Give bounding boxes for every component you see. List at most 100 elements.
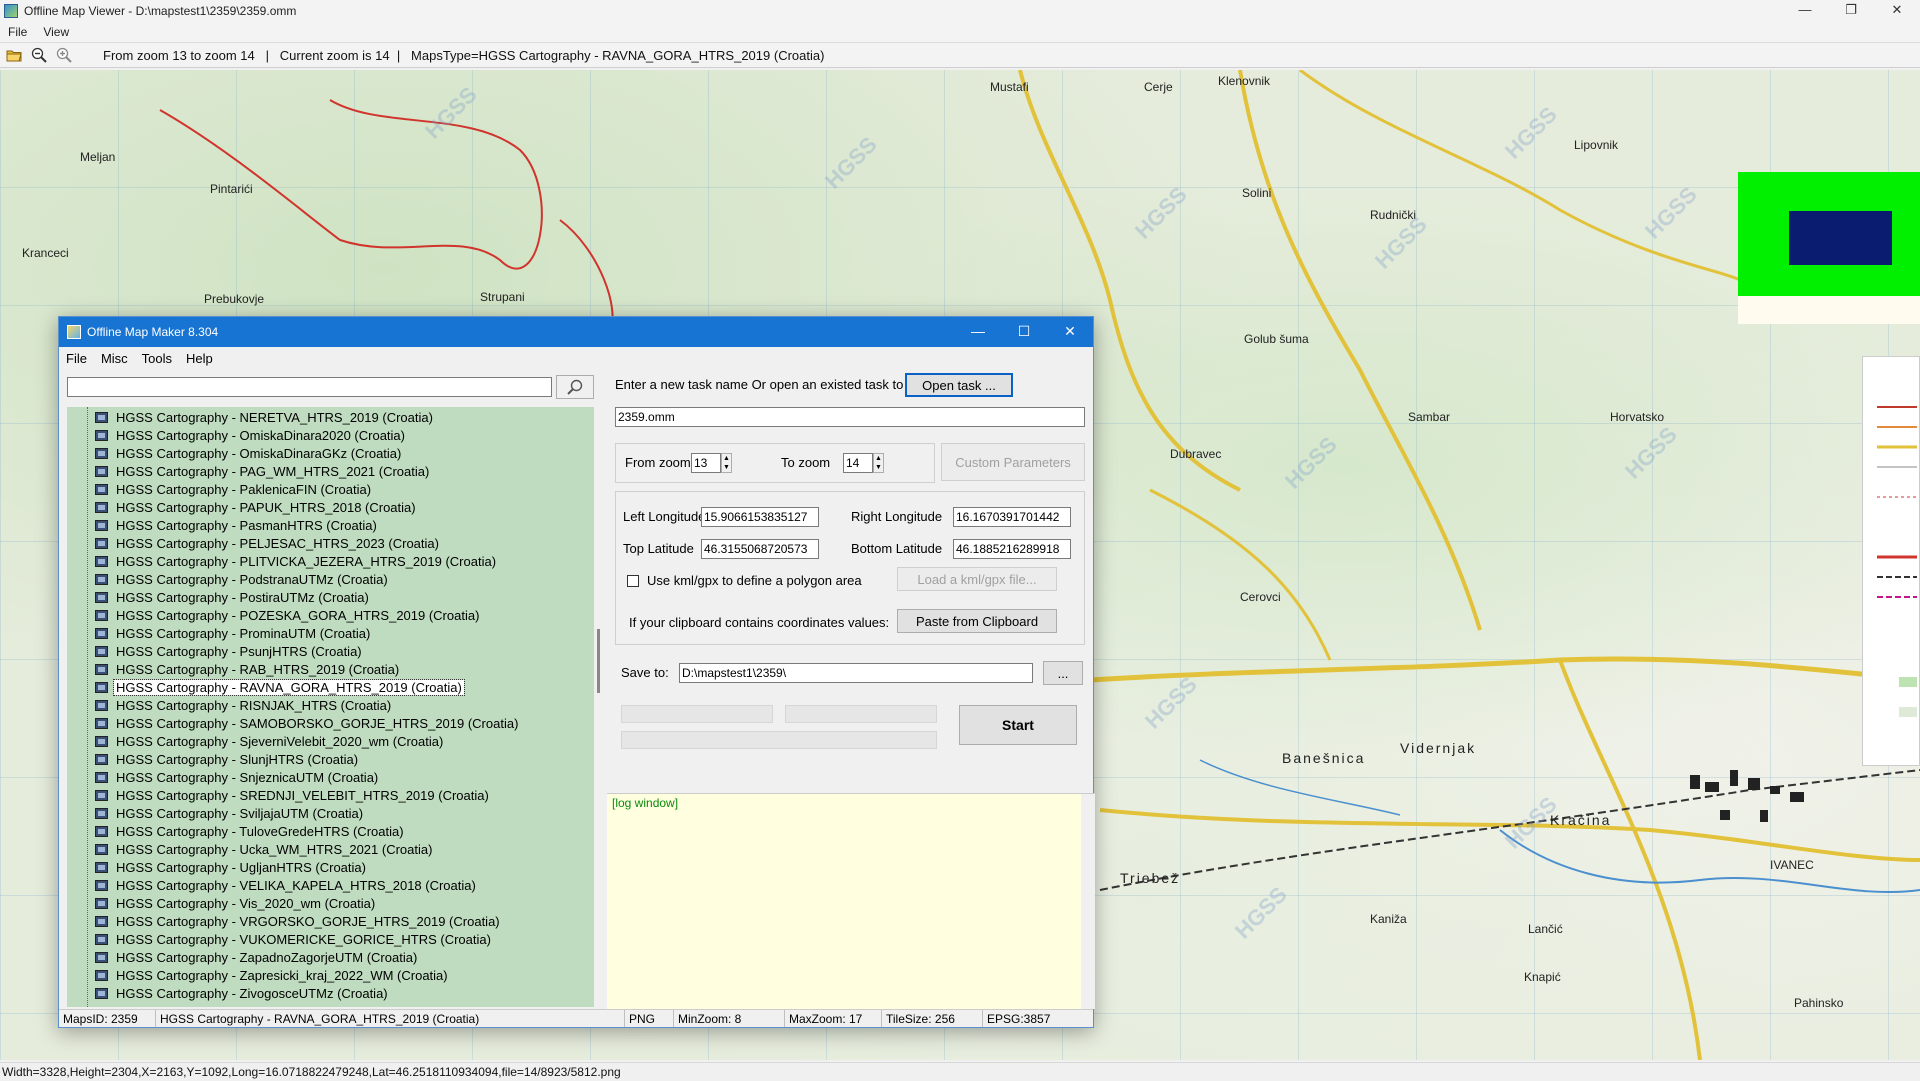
tree-item[interactable]: HGSS Cartography - PAPUK_HTRS_2018 (Croa… [95,498,418,516]
tree-item[interactable]: HGSS Cartography - SAMOBORSKO_GORJE_HTRS… [95,714,520,732]
tree-item[interactable]: HGSS Cartography - ZapadnoZagorjeUTM (Cr… [95,948,419,966]
tree-item[interactable]: HGSS Cartography - PELJESAC_HTRS_2023 (C… [95,534,441,552]
tree-item[interactable]: HGSS Cartography - ProminaUTM (Croatia) [95,624,372,642]
right-longitude-input[interactable]: 16.1670391701442 [953,507,1071,527]
tree-item[interactable]: HGSS Cartography - VELIKA_KAPELA_HTRS_20… [95,876,478,894]
to-zoom-spinner[interactable]: ▲ ▼ [873,453,884,473]
dialog-menu-file[interactable]: File [59,351,94,366]
status-maps-id: MapsID: 2359 [59,1010,156,1027]
tree-item[interactable]: HGSS Cartography - PAG_WM_HTRS_2021 (Cro… [95,462,431,480]
progress-bar-2 [785,705,937,723]
tree-item[interactable]: HGSS Cartography - Vis_2020_wm (Croatia) [95,894,377,912]
dialog-close-button[interactable]: ✕ [1047,317,1093,347]
tree-item[interactable]: HGSS Cartography - TuloveGredeHTRS (Croa… [95,822,406,840]
kml-label: Use kml/gpx to define a polygon area [647,573,862,588]
tree-item[interactable]: HGSS Cartography - POZESKA_GORA_HTRS_201… [95,606,481,624]
from-zoom-input[interactable]: 13 [691,453,721,473]
dialog-minimize-button[interactable]: — [955,317,1001,347]
open-folder-icon[interactable] [3,45,25,65]
log-window[interactable]: [log window] [607,793,1095,1009]
tree-item[interactable]: HGSS Cartography - PostiraUTMz (Croatia) [95,588,371,606]
tree-item-label: HGSS Cartography - NERETVA_HTRS_2019 (Cr… [116,409,433,425]
bottom-latitude-input[interactable]: 46.1885216289918 [953,539,1071,559]
tree-item[interactable]: HGSS Cartography - OmiskaDinara2020 (Cro… [95,426,407,444]
tree-item[interactable]: HGSS Cartography - NERETVA_HTRS_2019 (Cr… [95,408,435,426]
custom-parameters-button[interactable]: Custom Parameters [941,443,1085,481]
log-scrollbar[interactable] [1081,794,1095,1009]
menu-view[interactable]: View [35,25,77,39]
paste-clipboard-button[interactable]: Paste from Clipboard [897,609,1057,633]
tree-item[interactable]: HGSS Cartography - RAVNA_GORA_HTRS_2019 … [95,678,465,696]
dialog-maximize-button[interactable]: ☐ [1001,317,1047,347]
map-icon [95,771,108,783]
zoom-out-icon[interactable] [28,45,50,65]
dialog-menu-help[interactable]: Help [179,351,220,366]
browse-button[interactable]: ... [1043,661,1083,685]
left-longitude-input[interactable]: 15.9066153835127 [701,507,819,527]
map-label: Kračina [1550,812,1612,828]
tree-scrollbar[interactable] [594,407,604,1007]
save-to-input[interactable]: D:\mapstest1\2359\ [679,663,1033,683]
tree-item-label: HGSS Cartography - SjeverniVelebit_2020_… [116,733,444,749]
dialog-statusbar: MapsID: 2359 HGSS Cartography - RAVNA_GO… [59,1009,1093,1027]
tree-item[interactable]: HGSS Cartography - SnjeznicaUTM (Croatia… [95,768,380,786]
task-name-input[interactable]: 2359.omm [615,407,1085,427]
map-icon [95,681,108,693]
tree-item[interactable]: HGSS Cartography - SviljajaUTM (Croatia) [95,804,365,822]
legend-blue-block [1789,211,1892,265]
top-latitude-input[interactable]: 46.3155068720573 [701,539,819,559]
tree-item[interactable]: HGSS Cartography - PsunjHTRS (Croatia) [95,642,364,660]
close-button[interactable]: ✕ [1874,0,1920,22]
tree-item[interactable]: HGSS Cartography - SREDNJI_VELEBIT_HTRS_… [95,786,491,804]
dialog-menu-misc[interactable]: Misc [94,351,135,366]
tree-item-label: HGSS Cartography - Zapresicki_kraj_2022_… [116,967,448,983]
tree-item[interactable]: HGSS Cartography - SjeverniVelebit_2020_… [95,732,445,750]
map-icon [95,573,108,585]
clipboard-label: If your clipboard contains coordinates v… [629,615,890,630]
tree-item-label: HGSS Cartography - VELIKA_KAPELA_HTRS_20… [116,877,476,893]
from-zoom-spinner[interactable]: ▲ ▼ [721,453,732,473]
map-icon [95,483,108,495]
map-search-input[interactable] [67,377,552,397]
restore-button[interactable]: ❐ [1828,0,1874,22]
load-kml-button[interactable]: Load a kml/gpx file... [897,567,1057,591]
tree-item[interactable]: HGSS Cartography - OmiskaDinaraGKz (Croa… [95,444,403,462]
tree-item[interactable]: HGSS Cartography - VUKOMERICKE_GORICE_HT… [95,930,493,948]
map-icon [95,699,108,711]
tree-item[interactable]: HGSS Cartography - Ucka_WM_HTRS_2021 (Cr… [95,840,434,858]
dialog-menu-tools[interactable]: Tools [135,351,179,366]
dialog-title: Offline Map Maker 8.304 [87,325,219,339]
tree-item[interactable]: HGSS Cartography - PLITVICKA_JEZERA_HTRS… [95,552,498,570]
tree-item[interactable]: HGSS Cartography - SlunjHTRS (Croatia) [95,750,360,768]
map-icon [95,501,108,513]
tree-item[interactable]: HGSS Cartography - RAB_HTRS_2019 (Croati… [95,660,401,678]
kml-checkbox[interactable] [627,575,639,587]
tree-item-label: HGSS Cartography - POZESKA_GORA_HTRS_201… [116,607,480,623]
tree-item-label: HGSS Cartography - PLITVICKA_JEZERA_HTRS… [116,553,497,569]
to-zoom-input[interactable]: 14 [843,453,873,473]
tree-item[interactable]: HGSS Cartography - RISNJAK_HTRS (Croatia… [95,696,393,714]
map-icon [95,465,108,477]
tree-item[interactable]: HGSS Cartography - Zapresicki_kraj_2022_… [95,966,450,984]
map-icon [95,753,108,765]
map-label: Cerje [1144,80,1173,94]
map-label: Meljan [80,150,116,164]
window-title: Offline Map Viewer - D:\mapstest1\2359\2… [24,4,297,18]
tree-item[interactable]: HGSS Cartography - UgljanHTRS (Croatia) [95,858,368,876]
tree-item-label: HGSS Cartography - SlunjHTRS (Croatia) [116,751,359,767]
tree-item[interactable]: HGSS Cartography - ZivogosceUTMz (Croati… [95,984,390,1002]
menu-file[interactable]: File [0,25,35,39]
open-task-button[interactable]: Open task ... [905,373,1013,397]
zoom-in-icon[interactable] [53,45,75,65]
tree-item[interactable]: HGSS Cartography - VRGORSKO_GORJE_HTRS_2… [95,912,502,930]
map-icon [95,825,108,837]
start-button[interactable]: Start [959,705,1077,745]
tree-scroll-thumb[interactable] [597,629,600,693]
tree-item[interactable]: HGSS Cartography - PodstranaUTMz (Croati… [95,570,390,588]
tree-item[interactable]: HGSS Cartography - PasmanHTRS (Croatia) [95,516,379,534]
search-button[interactable] [556,375,594,399]
map-icon [95,789,108,801]
tree-item[interactable]: HGSS Cartography - PaklenicaFIN (Croatia… [95,480,373,498]
maps-tree[interactable]: HGSS Cartography - NERETVA_HTRS_2019 (Cr… [67,407,594,1007]
minimize-button[interactable]: — [1782,0,1828,22]
